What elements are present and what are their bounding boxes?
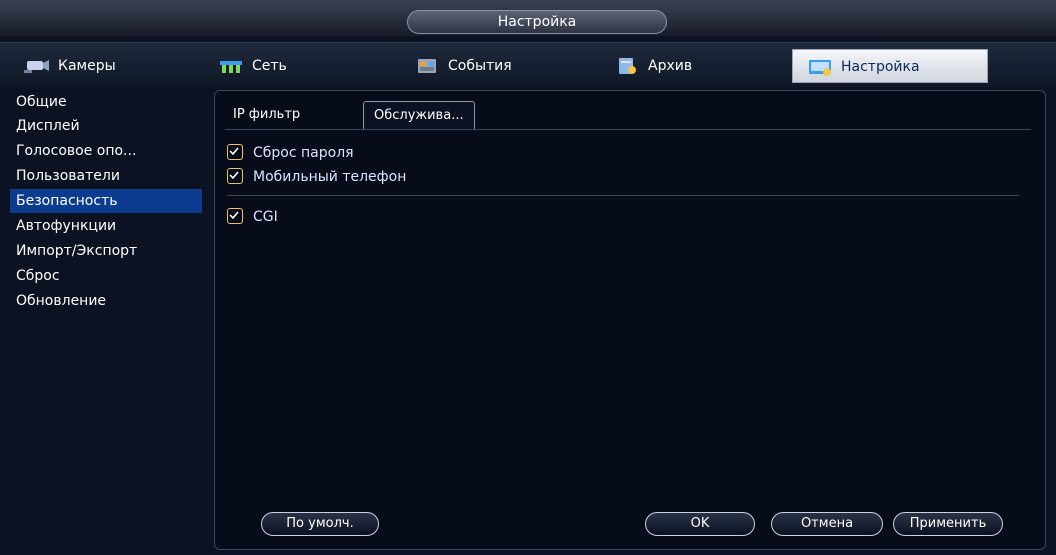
password-reset-checkbox[interactable]: [227, 144, 243, 160]
tab-cameras-label: Камеры: [58, 58, 116, 74]
tab-settings-label: Настройка: [841, 59, 920, 75]
sidebar-menu: Общие Дисплей Голосовое опо... Пользоват…: [8, 88, 206, 543]
sidebar-item-update[interactable]: Обновление: [10, 289, 202, 313]
sidebar-item-general[interactable]: Общие: [10, 90, 202, 114]
sidebar-item-reset[interactable]: Сброс: [10, 264, 202, 288]
password-reset-label: Сброс пароля: [253, 145, 354, 161]
check-icon: [229, 171, 239, 180]
archive-icon: [619, 58, 636, 74]
tab-maintenance[interactable]: Обслужива...: [363, 101, 475, 129]
window-title: Настройка: [407, 10, 667, 34]
option-password-reset[interactable]: Сброс пароля: [227, 143, 354, 163]
sidebar-item-voice-alert[interactable]: Голосовое опо...: [10, 139, 202, 163]
tab-network[interactable]: Сеть: [204, 49, 374, 83]
camera-icon: [24, 60, 49, 73]
tab-settings[interactable]: Настройка: [792, 49, 988, 83]
events-icon: [418, 59, 436, 73]
tab-events-label: События: [448, 58, 512, 74]
tab-cameras[interactable]: Камеры: [10, 49, 180, 83]
sidebar-item-import-export[interactable]: Импорт/Экспорт: [10, 239, 202, 263]
tab-divider: [225, 129, 1031, 130]
check-icon: [229, 211, 239, 220]
option-mobile-phone[interactable]: Мобильный телефон: [227, 167, 406, 187]
tab-archive[interactable]: Архив: [600, 49, 780, 83]
option-cgi[interactable]: CGI: [227, 207, 278, 227]
default-button[interactable]: По умолч.: [261, 512, 379, 536]
settings-icon: [809, 60, 831, 76]
title-bar: Настройка: [0, 0, 1056, 36]
sidebar-item-autofunctions[interactable]: Автофункции: [10, 214, 202, 238]
tab-events[interactable]: События: [400, 49, 578, 83]
main-tab-bar: Камеры Сеть События Архив Настройка: [0, 42, 1056, 87]
sidebar-item-display[interactable]: Дисплей: [10, 114, 202, 138]
mobile-phone-checkbox[interactable]: [227, 168, 243, 184]
cgi-checkbox[interactable]: [227, 208, 243, 224]
check-icon: [229, 147, 239, 156]
section-divider: [227, 195, 1019, 196]
tab-network-label: Сеть: [252, 58, 287, 74]
cgi-label: CGI: [253, 209, 278, 225]
tab-ip-filter[interactable]: IP фильтр: [223, 101, 310, 129]
settings-panel: IP фильтр Обслужива... Сброс пароля Моби…: [214, 90, 1046, 550]
sidebar-item-users[interactable]: Пользователи: [10, 164, 202, 188]
network-icon: [220, 61, 242, 73]
apply-button[interactable]: Применить: [893, 512, 1003, 536]
tab-archive-label: Архив: [648, 58, 693, 74]
cancel-button[interactable]: Отмена: [771, 512, 883, 536]
mobile-phone-label: Мобильный телефон: [253, 169, 407, 185]
sidebar-item-security[interactable]: Безопасность: [10, 189, 202, 213]
ok-button[interactable]: OK: [645, 512, 755, 536]
